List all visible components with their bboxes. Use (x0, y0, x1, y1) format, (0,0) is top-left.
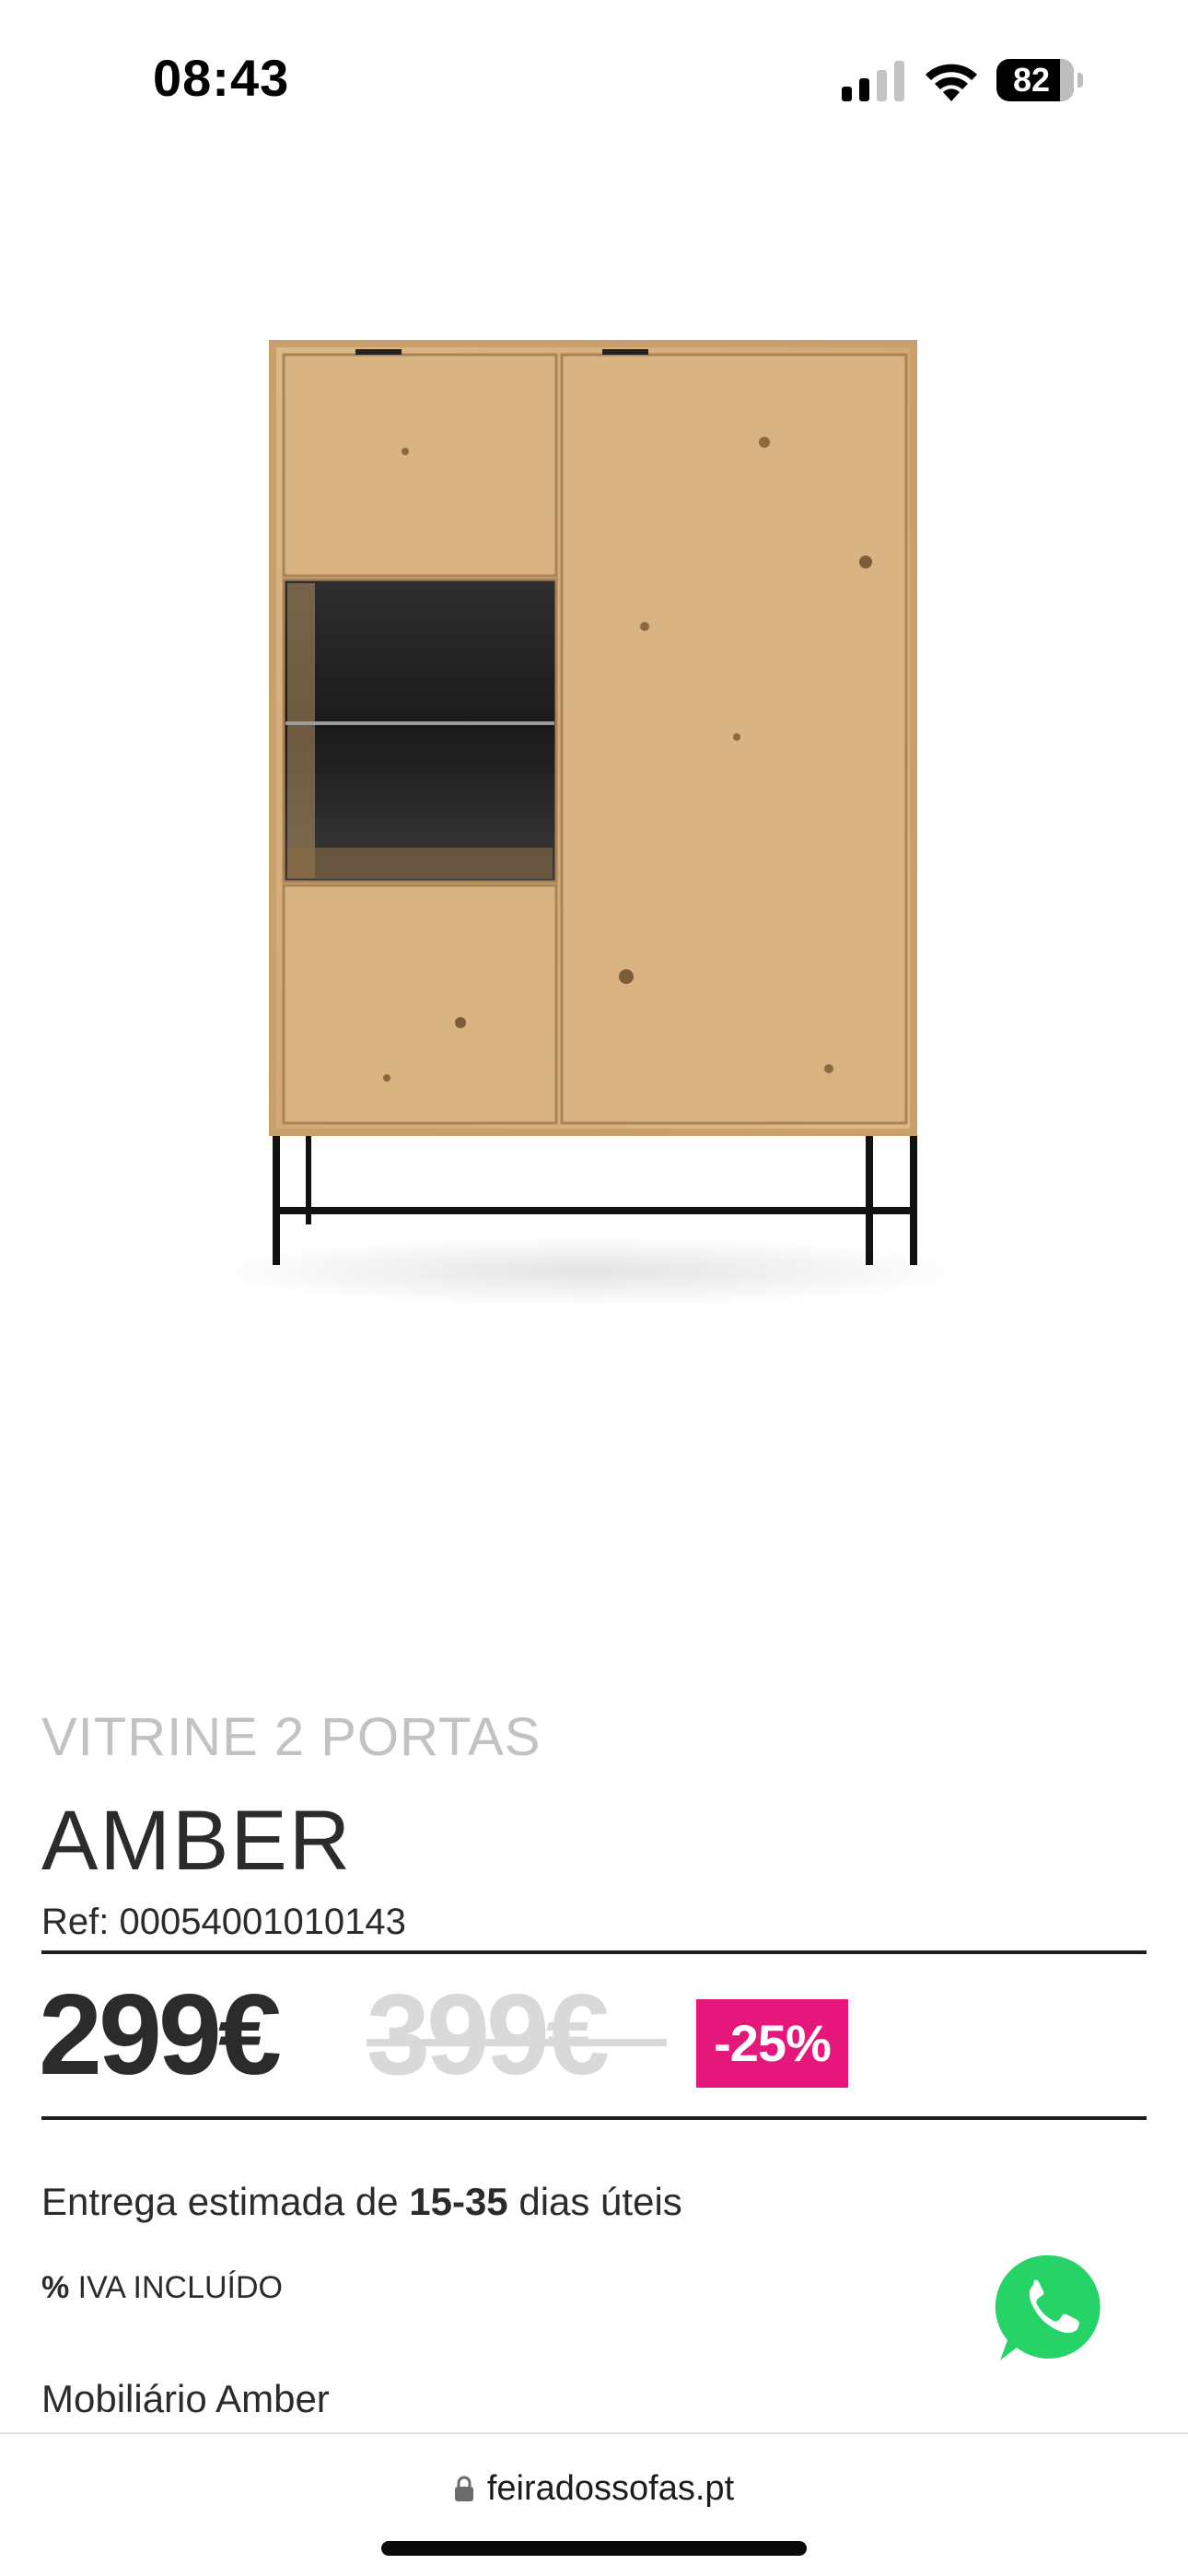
delivery-estimate: Entrega estimada de 15-35 dias úteis (41, 2180, 682, 2224)
product-title: AMBER (41, 1794, 353, 1888)
vat-text: IVA INCLUÍDO (69, 2270, 283, 2305)
product-page: 08:43 82 VITRINE 2 PORTAS AMBER Ref: 000… (0, 0, 1188, 2576)
delivery-suffix: dias úteis (507, 2180, 682, 2223)
battery-cap (1077, 73, 1083, 88)
old-price: 399€ (367, 1972, 610, 2099)
old-price-strikethrough (367, 2039, 667, 2046)
collection-link[interactable]: Mobiliário Amber (41, 2377, 330, 2421)
current-price: 299€ (39, 1972, 282, 2099)
battery-percentage: 82 (1012, 61, 1051, 99)
divider-bottom (41, 2116, 1147, 2120)
whatsapp-icon[interactable] (995, 2252, 1105, 2364)
delivery-days: 15-35 (409, 2180, 508, 2223)
product-reference: Ref: 00054001010143 (41, 1902, 406, 1942)
url-text[interactable]: feiradossofas.pt (487, 2469, 734, 2508)
home-indicator[interactable] (381, 2541, 807, 2556)
percent-icon: % (41, 2270, 70, 2305)
product-category: VITRINE 2 PORTAS (41, 1707, 542, 1767)
divider-top (41, 1950, 1147, 1954)
battery-body: 82 (996, 59, 1074, 101)
delivery-prefix: Entrega estimada de (41, 2180, 410, 2223)
status-time: 08:43 (153, 49, 290, 107)
wifi-icon (926, 64, 977, 101)
browser-address-bar[interactable]: feiradossofas.pt (0, 2432, 1188, 2576)
url-container[interactable]: feiradossofas.pt (0, 2469, 1188, 2509)
status-bar: 08:43 82 (0, 0, 1188, 157)
discount-badge: -25% (696, 1999, 848, 2088)
cellular-signal-icon (842, 61, 904, 101)
lock-icon (454, 2476, 473, 2501)
battery-icon: 82 (996, 59, 1085, 103)
cabinet-image[interactable] (0, 166, 1188, 1677)
vat-included: % IVA INCLUÍDO (41, 2270, 283, 2306)
